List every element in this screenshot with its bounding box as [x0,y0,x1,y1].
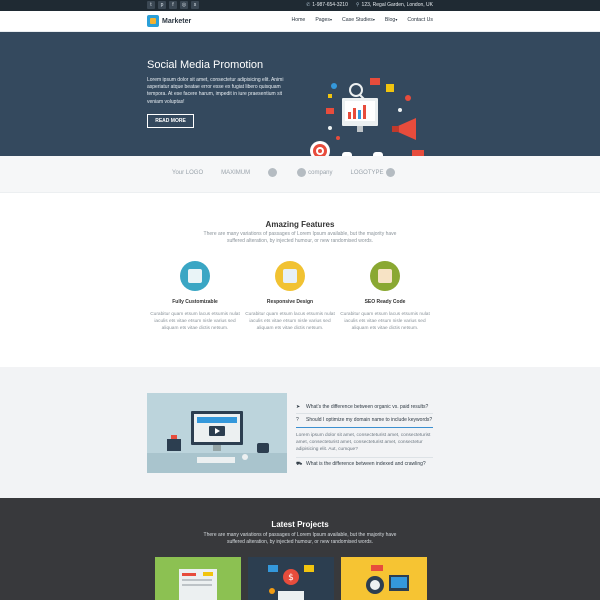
site-header: Marketer Home Pages▾ Case Studies▾ Blog▾… [0,11,600,32]
faq-question[interactable]: ➤ What's the difference between organic … [296,403,433,415]
site-logo[interactable]: Marketer [147,15,191,27]
client-logo-yourlogo[interactable]: Your LOGO [172,170,203,176]
features-section: Amazing Features There are many variatio… [0,193,600,367]
faq-question-text: What's the difference between organic vs… [306,404,429,410]
hero-text: Lorem ipsum dolor sit amet, consectetur … [147,77,284,105]
circle-logo-icon [268,168,278,177]
feature-title: Responsive Design [266,299,314,305]
projects-description: There are many variations of passages of… [203,532,397,545]
address-text: 123, Regal Garden, London, UK [361,2,433,8]
svg-text:$: $ [288,573,294,583]
hero-title: Social Media Promotion [147,59,264,71]
client-logo-company[interactable]: company [297,168,333,177]
logo-icon [147,15,159,27]
project-thumbnail[interactable] [341,557,427,600]
facebook-icon[interactable]: f [169,1,177,9]
nav-blog[interactable]: Blog▾ [385,17,397,23]
instagram-icon[interactable]: ◎ [180,1,188,9]
faq-question[interactable]: ⛟ What is the difference between indexed… [296,460,433,470]
projects-title: Latest Projects [271,520,329,529]
nav-pages[interactable]: Pages▾ [315,17,332,23]
feature-text: Curabitur quam etsum lacus etsumis nulat… [340,312,430,332]
client-logo-circle[interactable] [268,168,279,177]
twitter-icon[interactable]: t [147,1,155,9]
projects-section: Latest Projects There are many variation… [0,498,600,600]
feature-title: SEO Ready Code [364,299,406,305]
feature-text: Curabitur quam etsum lacus etsumis nulat… [245,312,335,332]
features-description: There are many variations of passages of… [203,231,397,244]
faq-section: ➤ What's the difference between organic … [0,367,600,498]
phone-info: ✆ 1-987-654-3210 [306,1,348,10]
feature-responsive-design: Responsive Design Curabitur quam etsum l… [242,261,338,333]
hero-slider: Social Media Promotion Lorem ipsum dolor… [0,32,600,183]
car-icon: ⛟ [296,461,303,468]
chevron-down-icon: ▾ [330,17,333,22]
feature-text: Curabitur quam etsum lacus etsumis nulat… [150,312,240,332]
address-info: ⚲ 123, Regal Garden, London, UK [356,1,433,10]
feature-title: Fully Customizable [172,299,218,305]
phone-text: 1-987-654-3210 [312,2,348,8]
chevron-down-icon: ▾ [395,17,398,22]
project-thumbnail[interactable] [155,557,241,600]
paper-plane-icon: ➤ [296,404,301,410]
contact-info: ✆ 1-987-654-3210 ⚲ 123, Regal Garden, Lond… [306,1,433,10]
desk-illustration [147,393,287,473]
circle-logo-icon [385,168,395,177]
faq-accordion: ➤ What's the difference between organic … [296,403,433,473]
nav-case-studies[interactable]: Case Studies▾ [342,17,375,23]
faq-question-open[interactable]: ? Should I optimize my domain name to in… [296,416,433,428]
faq-answer: Lorem ipsum dolor sit amet, consecteturi… [296,430,433,459]
main-nav: Home Pages▾ Case Studies▾ Blog▾ Contact … [291,17,433,23]
question-icon: ? [296,417,299,424]
faq-question-text: What is the difference between indexed a… [306,461,426,468]
read-more-button[interactable]: READ MORE [147,114,194,128]
features-title: Amazing Features [265,220,335,229]
circle-logo-icon [297,168,307,177]
location-icon: ⚲ [355,2,360,8]
chevron-down-icon: ▾ [372,17,375,22]
nav-contact-us[interactable]: Contact Us [407,17,433,23]
client-logo-maximum[interactable]: MAXIMUM [221,170,250,176]
pinterest-icon[interactable]: p [158,1,166,9]
phone-icon: ✆ [306,2,311,8]
skype-icon[interactable]: s [191,1,199,9]
client-logo-row: Your LOGO MAXIMUM company LOGOTYPE [172,168,395,177]
feature-fully-customizable: Fully Customizable Curabitur quam etsum … [147,261,243,333]
project-thumbnail[interactable]: $ [248,557,334,600]
client-logo-logotype[interactable]: LOGOTYPE [351,168,395,177]
seo-icon [370,261,400,291]
client-logos: Your LOGO MAXIMUM company LOGOTYPE [0,156,600,193]
responsive-icon [275,261,305,291]
top-bar: t p f ◎ s ✆ 1-987-654-3210 ⚲ 123, Regal Ga… [0,0,600,11]
brand-name: Marketer [162,17,192,25]
social-links: t p f ◎ s [147,1,199,9]
nav-home[interactable]: Home [291,17,305,23]
feature-seo-ready-code: SEO Ready Code Curabitur quam etsum lacu… [337,261,433,333]
customize-icon [180,261,210,291]
faq-question-text: Should I optimize my domain name to incl… [306,417,433,424]
